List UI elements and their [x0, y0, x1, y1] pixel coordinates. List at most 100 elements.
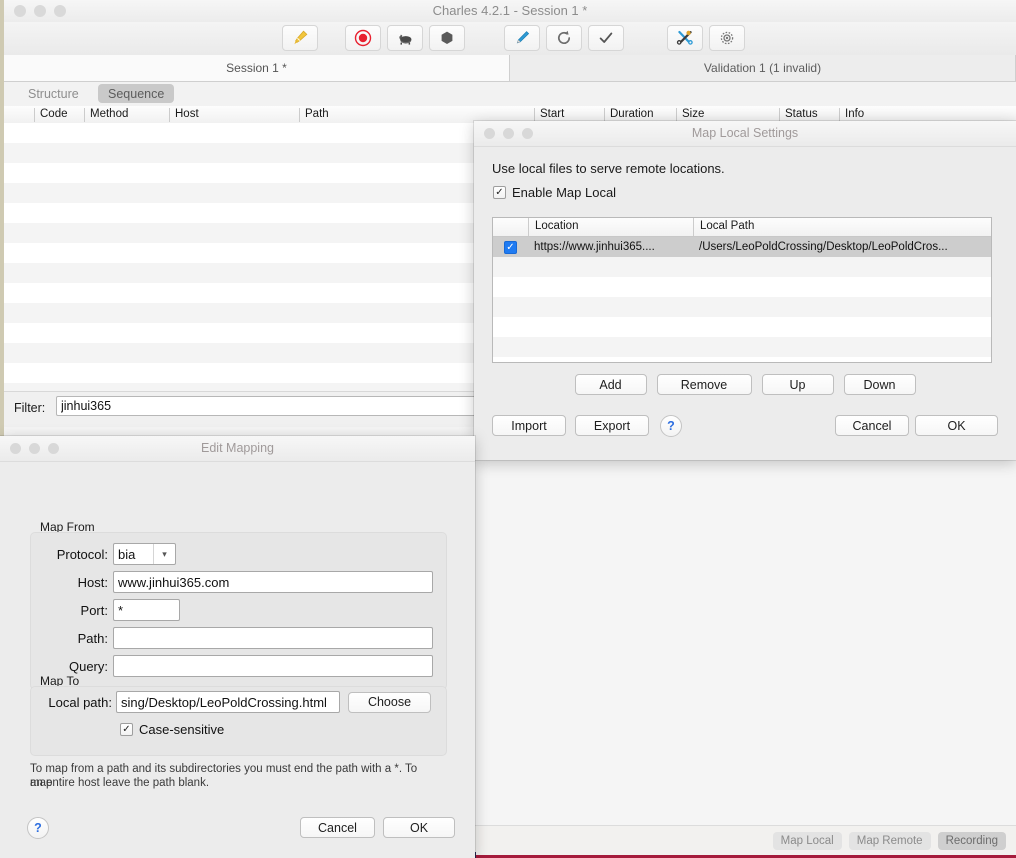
- port-input[interactable]: [113, 599, 180, 621]
- host-label: Host:: [77, 574, 108, 590]
- column-header-path[interactable]: Path: [299, 108, 534, 122]
- column-header-method[interactable]: Method: [84, 108, 169, 122]
- map-local-table-header: Location Local Path: [493, 218, 991, 237]
- settings-icon[interactable]: [709, 25, 745, 51]
- protocol-select-value: bia: [118, 547, 136, 562]
- repeat-icon[interactable]: [546, 25, 582, 51]
- view-tabs: Structure Sequence: [4, 82, 1016, 106]
- host-row: Host:: [30, 571, 445, 593]
- column-header-host[interactable]: Host: [169, 108, 299, 122]
- session-tabstrip: Session 1 * Validation 1 (1 invalid): [4, 55, 1016, 82]
- add-button[interactable]: Add: [574, 374, 647, 395]
- throttle-icon[interactable]: [387, 25, 423, 51]
- protocol-select[interactable]: bia ▾: [113, 543, 176, 565]
- tab-structure-label: Structure: [28, 86, 79, 101]
- tab-structure[interactable]: Structure: [18, 84, 89, 103]
- up-button[interactable]: Up: [761, 374, 834, 395]
- enable-map-local-row[interactable]: ✓ Enable Map Local: [493, 185, 616, 200]
- edit-mapping-titlebar: Edit Mapping: [0, 436, 475, 462]
- session-tab-label: Validation 1 (1 invalid): [703, 61, 822, 75]
- filter-label: Filter:: [14, 401, 46, 415]
- enable-map-local-checkbox[interactable]: ✓: [493, 186, 506, 199]
- table-row[interactable]: [493, 257, 991, 277]
- tools-icon[interactable]: [667, 25, 703, 51]
- window-title: Charles 4.2.1 - Session 1 *: [432, 3, 588, 18]
- table-row[interactable]: [493, 317, 991, 337]
- protocol-row: Protocol: bia ▾: [30, 543, 445, 565]
- choose-button[interactable]: Choose: [348, 691, 431, 713]
- port-label: Port:: [80, 602, 108, 618]
- column-header-local-path[interactable]: Local Path: [693, 218, 991, 236]
- main-toolbar: [4, 22, 1016, 56]
- status-chip-recording[interactable]: Recording: [937, 832, 1006, 850]
- breakpoints-icon[interactable]: [429, 25, 465, 51]
- map-local-intro-text: Use local files to serve remote location…: [492, 161, 725, 176]
- screen: Charles 4.2.1 - Session 1 * Session 1 * …: [0, 0, 1016, 858]
- table-row[interactable]: [493, 337, 991, 357]
- clear-session-icon[interactable]: [282, 25, 318, 51]
- row-enabled-checkbox[interactable]: ✓: [504, 240, 517, 254]
- tab-sequence-label: Sequence: [108, 86, 165, 101]
- down-button[interactable]: Down: [843, 374, 916, 395]
- table-row[interactable]: [493, 357, 991, 362]
- export-button[interactable]: Export: [575, 415, 649, 436]
- local-path-row: Local path: Choose: [30, 691, 445, 713]
- local-path-input[interactable]: [116, 691, 340, 713]
- status-chip-map-local[interactable]: Map Local: [772, 832, 842, 850]
- case-sensitive-row[interactable]: ✓ Case-sensitive: [120, 722, 224, 737]
- query-row: Query:: [30, 655, 445, 677]
- path-label: Path:: [77, 630, 108, 646]
- window-titlebar: Charles 4.2.1 - Session 1 *: [4, 0, 1016, 23]
- table-row[interactable]: ✓ https://www.jinhui365.... /Users/LeoPo…: [493, 237, 991, 257]
- tab-sequence[interactable]: Sequence: [98, 84, 175, 103]
- row-enabled-checkbox-cell[interactable]: ✓: [493, 240, 528, 254]
- edit-mapping-dialog: Edit Mapping Map From Protocol: bia ▾ Ho…: [0, 436, 475, 858]
- toolbar-group-session: [282, 25, 324, 51]
- session-tab-session1[interactable]: Session 1 *: [4, 55, 510, 81]
- chevron-down-icon[interactable]: ▾: [153, 544, 175, 564]
- column-header-duration[interactable]: Duration: [604, 108, 676, 122]
- session-tab-validation1[interactable]: Validation 1 (1 invalid): [510, 55, 1016, 81]
- import-button[interactable]: Import: [492, 415, 566, 436]
- cancel-button[interactable]: Cancel: [300, 817, 375, 838]
- column-header-location[interactable]: Location: [528, 218, 693, 236]
- ok-button[interactable]: OK: [915, 415, 998, 436]
- cancel-button[interactable]: Cancel: [835, 415, 909, 436]
- record-icon[interactable]: [345, 25, 381, 51]
- column-header-start[interactable]: Start: [534, 108, 604, 122]
- column-header-enabled[interactable]: [493, 218, 528, 236]
- host-input[interactable]: [113, 571, 433, 593]
- toolbar-group-settings: [667, 25, 751, 51]
- case-sensitive-label: Case-sensitive: [139, 722, 225, 737]
- help-button[interactable]: ?: [660, 415, 682, 437]
- column-header-size[interactable]: Size: [676, 108, 779, 122]
- column-header-status[interactable]: Status: [779, 108, 839, 122]
- help-button[interactable]: ?: [27, 817, 49, 839]
- compose-icon[interactable]: [504, 25, 540, 51]
- table-row[interactable]: [493, 297, 991, 317]
- map-local-title: Map Local Settings: [691, 126, 799, 140]
- toolbar-group-tools: [504, 25, 630, 51]
- toolbar-group-recording: [345, 25, 471, 51]
- session-tab-label: Session 1 *: [226, 61, 287, 75]
- map-local-table[interactable]: Location Local Path ✓ https://www.jinhui…: [492, 217, 992, 363]
- status-chip-map-remote[interactable]: Map Remote: [848, 832, 931, 850]
- query-input[interactable]: [113, 655, 433, 677]
- map-local-titlebar: Map Local Settings: [474, 121, 1016, 147]
- port-row: Port:: [30, 599, 445, 621]
- column-header-code[interactable]: Code: [34, 108, 84, 122]
- row-local-path: /Users/LeoPoldCrossing/Desktop/LeoPoldCr…: [699, 241, 948, 253]
- table-row[interactable]: [493, 277, 991, 297]
- path-input[interactable]: [113, 627, 433, 649]
- column-header-info[interactable]: Info: [839, 108, 1016, 122]
- map-local-settings-dialog: Map Local Settings Use local files to se…: [474, 121, 1016, 460]
- map-local-row-buttons: Add Remove Up Down: [474, 374, 1016, 395]
- ok-button[interactable]: OK: [383, 817, 455, 838]
- validate-icon[interactable]: [588, 25, 624, 51]
- case-sensitive-checkbox[interactable]: ✓: [120, 723, 133, 736]
- path-row: Path:: [30, 627, 445, 649]
- remove-button[interactable]: Remove: [656, 374, 752, 395]
- query-label: Query:: [68, 658, 108, 674]
- row-location: https://www.jinhui365....: [534, 241, 655, 253]
- edit-mapping-title: Edit Mapping: [201, 441, 274, 455]
